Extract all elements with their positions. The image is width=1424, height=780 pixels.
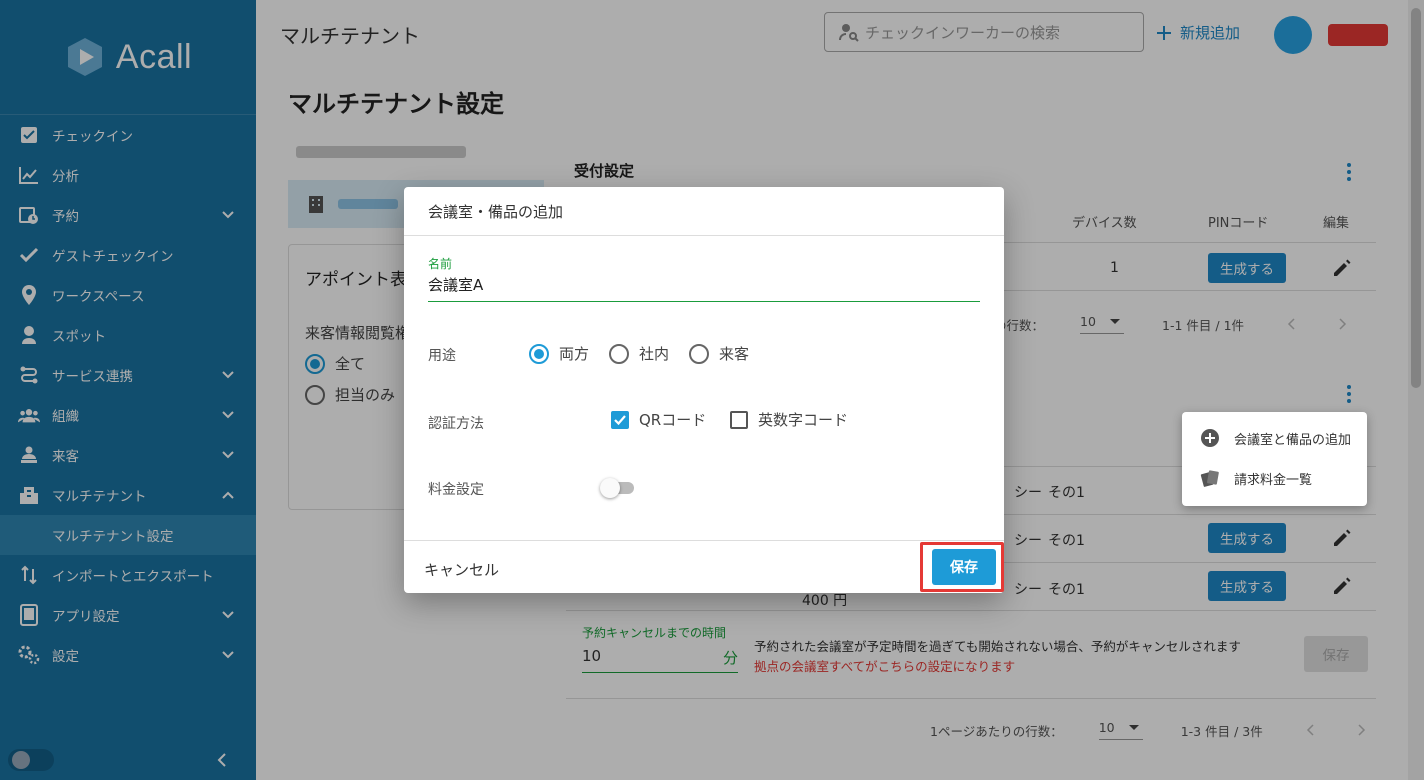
menu-billing-list[interactable]: 請求料金一覧 bbox=[1182, 458, 1367, 498]
cards-icon bbox=[1200, 470, 1219, 487]
fee-label: 料金設定 bbox=[428, 482, 484, 498]
name-label: 名前 bbox=[428, 257, 453, 271]
name-field[interactable]: 名前 会議室A bbox=[428, 255, 980, 302]
toggle-thumb bbox=[600, 478, 620, 498]
auth-option-qr[interactable]: QRコード bbox=[611, 409, 706, 430]
usage-option-internal[interactable]: 社内 bbox=[609, 343, 669, 364]
usage-label: 用途 bbox=[428, 348, 456, 364]
add-circle-icon bbox=[1201, 429, 1219, 447]
radio-label: 社内 bbox=[639, 345, 670, 363]
radio-label: 両方 bbox=[559, 345, 590, 363]
save-button[interactable]: 保存 bbox=[932, 549, 996, 585]
menu-add-room[interactable]: 会議室と備品の追加 bbox=[1182, 418, 1367, 458]
radio-label: 来客 bbox=[719, 345, 750, 363]
auth-option-alnum[interactable]: 英数字コード bbox=[730, 409, 848, 430]
add-room-dialog: 会議室・備品の追加 名前 会議室A 用途 両方 社内 来客 認証方法 QRコード… bbox=[404, 187, 1004, 593]
cancel-button[interactable]: キャンセル bbox=[420, 555, 503, 584]
radio-unselected[interactable] bbox=[609, 343, 629, 364]
usage-option-visitor[interactable]: 来客 bbox=[689, 343, 749, 364]
checkbox-label: 英数字コード bbox=[758, 411, 849, 429]
checkbox-label: QRコード bbox=[639, 411, 707, 429]
usage-option-both[interactable]: 両方 bbox=[529, 343, 589, 364]
menu-item-label: 会議室と備品の追加 bbox=[1234, 432, 1352, 448]
auth-label: 認証方法 bbox=[428, 416, 484, 432]
context-menu: 会議室と備品の追加 請求料金一覧 bbox=[1182, 412, 1367, 506]
menu-item-label: 請求料金一覧 bbox=[1234, 472, 1313, 488]
radio-selected[interactable] bbox=[529, 343, 549, 364]
dialog-divider bbox=[404, 540, 1004, 541]
radio-unselected[interactable] bbox=[689, 343, 709, 364]
checkbox-unchecked[interactable] bbox=[730, 410, 748, 429]
name-input[interactable]: 会議室A bbox=[428, 274, 980, 295]
dialog-title: 会議室・備品の追加 bbox=[404, 187, 1004, 236]
fee-toggle[interactable] bbox=[600, 477, 638, 498]
checkbox-checked[interactable] bbox=[611, 410, 629, 429]
